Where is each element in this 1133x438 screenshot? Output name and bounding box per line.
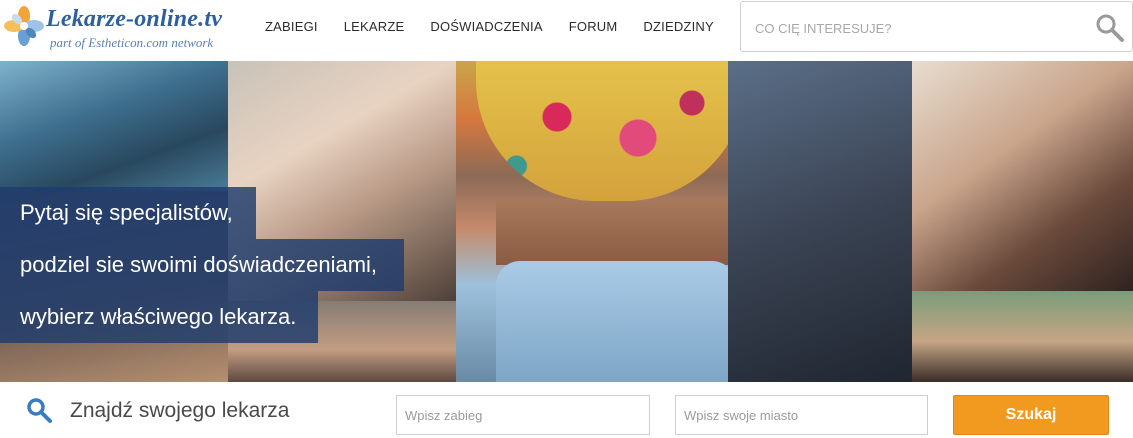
main-nav: ZABIEGI LEKARZE DOŚWIADCZENIA FORUM DZIE… xyxy=(252,0,727,52)
search-input[interactable] xyxy=(755,17,1075,39)
finder-title: Znajdź swojego lekarza xyxy=(70,399,290,422)
logo-title: Lekarze-online.tv xyxy=(46,6,223,32)
city-input[interactable] xyxy=(675,395,928,435)
nav-zabiegi[interactable]: ZABIEGI xyxy=(265,19,318,34)
surgeon-face xyxy=(496,201,736,265)
flower-logo-icon xyxy=(4,6,44,46)
nav-lekarze[interactable]: LEKARZE xyxy=(344,19,405,34)
magnifier-icon xyxy=(27,398,52,423)
surgical-cap xyxy=(476,61,746,201)
search-button[interactable]: Szukaj xyxy=(953,395,1109,435)
site-logo[interactable]: Lekarze-online.tv part of Estheticon.com… xyxy=(4,4,244,56)
site-search xyxy=(740,1,1133,52)
surgical-mask xyxy=(496,261,736,382)
logo-subtitle: part of Estheticon.com network xyxy=(50,35,214,50)
tagline-line-2: podziel sie swoimi doświadczeniami, xyxy=(0,239,404,291)
site-header: Lekarze-online.tv part of Estheticon.com… xyxy=(0,0,1133,60)
procedure-input[interactable] xyxy=(396,395,650,435)
photo-lamp xyxy=(728,61,912,382)
doctor-finder: Znajdź swojego lekarza Szukaj xyxy=(0,382,1133,438)
photo-surgeon-tools xyxy=(0,61,228,191)
photo-woman-sunglasses xyxy=(912,291,1133,382)
nav-forum[interactable]: FORUM xyxy=(569,19,618,34)
search-icon[interactable] xyxy=(1095,13,1125,43)
nav-dziedziny[interactable]: DZIEDZINY xyxy=(643,19,713,34)
hero-collage: Pytaj się specjalistów, podziel sie swoi… xyxy=(0,61,1133,382)
tagline-line-1: Pytaj się specjalistów, xyxy=(0,187,256,239)
tagline-line-3: wybierz właściwego lekarza. xyxy=(0,291,318,343)
photo-woman-phone xyxy=(912,61,1133,291)
nav-doswiadczenia[interactable]: DOŚWIADCZENIA xyxy=(430,19,542,34)
